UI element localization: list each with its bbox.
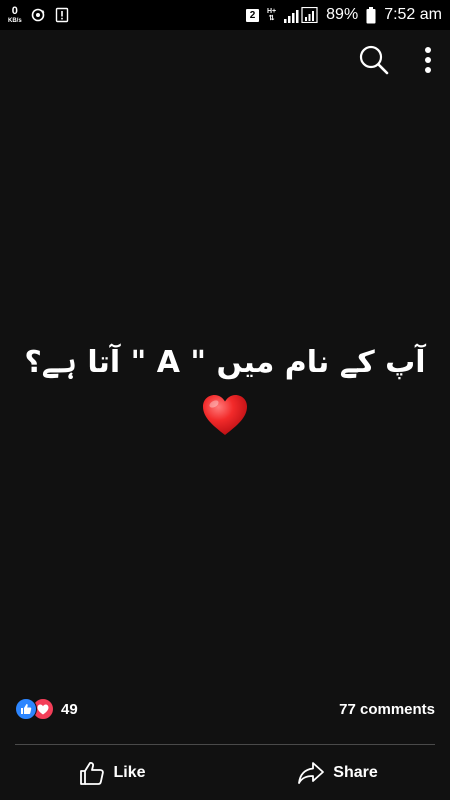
sync-icon [31,8,45,22]
clock: 7:52 am [384,6,442,23]
battery-icon [366,6,376,23]
status-bar-left: 0 KB/s [8,4,70,25]
network-type: H+ ⇅ [267,8,276,22]
like-button[interactable]: Like [0,760,225,786]
battery-percent: 89% [326,6,359,23]
search-icon [359,45,389,75]
more-options-button[interactable] [424,46,432,74]
photo-viewer-screen: 0 KB/s 2 H+ ⇅ 89% 7:52 am آپ کے نام میں … [0,0,450,800]
reactions-summary[interactable]: 49 [15,698,78,720]
share-arrow-icon [298,762,325,784]
data-speed-indicator: 0 KB/s [8,4,22,25]
viewer-toolbar [358,44,432,76]
thumbs-up-icon [80,761,105,785]
data-speed-unit: KB/s [8,17,22,24]
sim-slot-badge: 2 [246,8,259,22]
status-bar: 0 KB/s 2 H+ ⇅ 89% 7:52 am [0,0,450,30]
signal-icon [284,7,318,23]
comments-count-link[interactable]: 77 comments [339,701,435,718]
red-heart-icon [203,395,247,435]
more-vertical-icon [425,47,431,73]
search-button[interactable] [358,44,390,76]
data-speed-value: 0 [11,4,18,17]
reaction-count: 49 [61,700,78,718]
status-bar-right: 2 H+ ⇅ 89% 7:52 am [246,6,442,24]
post-text: آپ کے نام میں " A " آتا ہے؟ [24,345,426,380]
post-action-bar: Like Share [0,756,450,790]
network-arrows-icon: ⇅ [268,15,275,22]
like-reaction-icon [15,698,37,720]
share-button[interactable]: Share [225,761,450,785]
divider [15,744,435,745]
like-label: Like [113,764,146,781]
network-type-label: H+ [267,8,277,15]
alert-icon [55,7,68,23]
share-label: Share [333,764,378,781]
engagement-summary: 49 77 comments [15,697,435,721]
